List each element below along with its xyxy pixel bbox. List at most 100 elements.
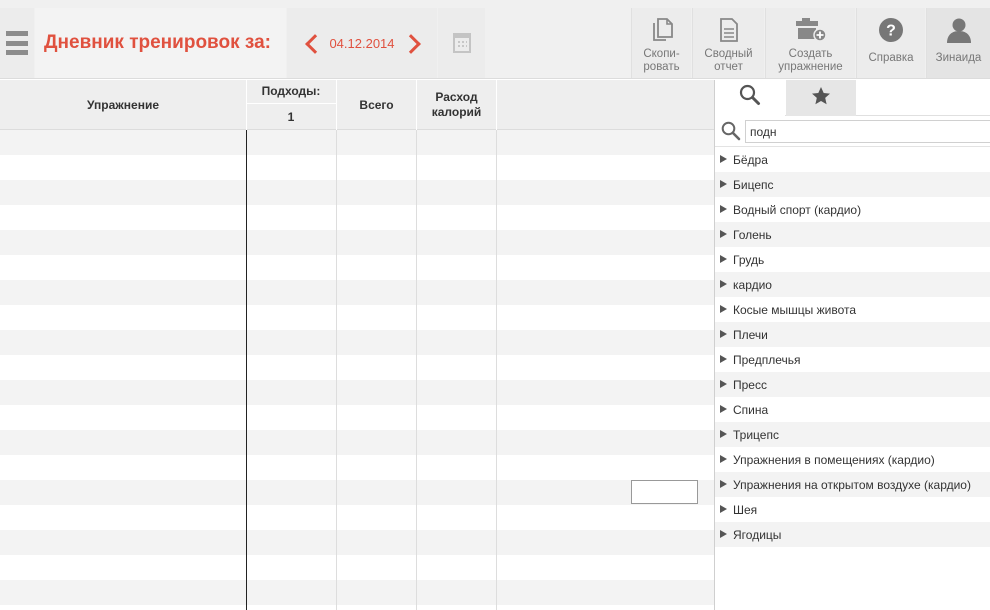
category-item[interactable]: Предплечья	[715, 347, 990, 372]
title-area: Дневник тренировок за:	[35, 8, 286, 78]
category-item[interactable]: Трицепс	[715, 422, 990, 447]
create-exercise-button[interactable]: Создать упражнение	[765, 8, 855, 78]
search-input[interactable]	[745, 120, 990, 143]
chevron-right-icon[interactable]	[403, 32, 421, 54]
col-calories-l2: калорий	[431, 105, 482, 119]
table-row	[0, 380, 714, 405]
col-sets-label: Подходы:	[246, 80, 336, 104]
category-item[interactable]: Шея	[715, 497, 990, 522]
col-sets: Подходы: 1	[246, 80, 336, 130]
copy-label-2: ровать	[643, 61, 680, 73]
table-row	[0, 305, 714, 330]
user-button[interactable]: Зинаида	[926, 8, 990, 78]
table-row	[0, 355, 714, 380]
help-button[interactable]: ? Справка	[856, 8, 925, 78]
report-label-2: отчет	[714, 61, 743, 73]
triangle-right-icon	[720, 304, 727, 313]
triangle-right-icon	[720, 229, 727, 238]
triangle-right-icon	[720, 454, 727, 463]
column-divider	[246, 130, 247, 610]
col-exercise: Упражнение	[87, 97, 159, 112]
table-row	[0, 505, 714, 530]
menu-button[interactable]	[0, 8, 34, 78]
category-item[interactable]: Упражнения на открытом воздухе (кардио)	[715, 472, 990, 497]
category-label: Шея	[733, 502, 758, 517]
user-icon	[946, 16, 972, 44]
triangle-right-icon	[720, 504, 727, 513]
help-label: Справка	[868, 52, 914, 64]
search-icon	[739, 84, 761, 111]
category-item[interactable]: Водный спорт (кардио)	[715, 197, 990, 222]
table-row	[0, 455, 714, 480]
category-label: Голень	[733, 227, 772, 242]
create-exercise-icon	[794, 16, 828, 44]
calendar-icon	[452, 33, 471, 53]
triangle-right-icon	[720, 329, 727, 338]
category-item[interactable]: Бицепс	[715, 172, 990, 197]
category-label: Трицепс	[733, 427, 779, 442]
category-item[interactable]: Бёдра	[715, 147, 990, 172]
triangle-right-icon	[720, 479, 727, 488]
category-item[interactable]: Голень	[715, 222, 990, 247]
triangle-right-icon	[720, 529, 727, 538]
current-date[interactable]: 04.12.2014	[329, 36, 394, 51]
triangle-right-icon	[720, 204, 727, 213]
table-row	[0, 255, 714, 280]
category-label: Грудь	[733, 252, 765, 267]
page-title: Дневник тренировок за:	[44, 32, 271, 53]
category-item[interactable]: Плечи	[715, 322, 990, 347]
col-calories-l1: Расход	[435, 90, 478, 104]
chevron-left-icon[interactable]	[303, 32, 321, 54]
tab-favorites[interactable]	[786, 80, 856, 116]
category-label: Упражнения на открытом воздухе (кардио)	[733, 477, 971, 492]
col-total: Всего	[359, 97, 394, 112]
category-item[interactable]: Грудь	[715, 247, 990, 272]
table-row	[0, 555, 714, 580]
report-button[interactable]: Сводный отчет	[692, 8, 764, 78]
category-label: Спина	[733, 402, 769, 417]
category-item[interactable]: Ягодицы	[715, 522, 990, 547]
value-input[interactable]	[631, 480, 698, 504]
table-row	[0, 405, 714, 430]
table-row	[0, 155, 714, 180]
table-row	[0, 230, 714, 255]
triangle-right-icon	[720, 379, 727, 388]
tab-search[interactable]	[715, 80, 785, 116]
category-item[interactable]: Упражнения в помещениях (кардио)	[715, 447, 990, 472]
triangle-right-icon	[720, 404, 727, 413]
table-row	[0, 580, 714, 605]
table-row	[0, 330, 714, 355]
table-rows	[0, 130, 714, 605]
col-set-number: 1	[287, 109, 295, 124]
panel-tabs	[715, 80, 990, 116]
triangle-right-icon	[720, 254, 727, 263]
category-item[interactable]: Пресс	[715, 372, 990, 397]
help-icon: ?	[878, 16, 904, 44]
search-row	[715, 116, 990, 147]
category-label: Упражнения в помещениях (кардио)	[733, 452, 935, 467]
top-toolbar: Дневник тренировок за: 04.12.2014 Скопи-…	[0, 0, 990, 79]
category-item[interactable]: Косые мышцы живота	[715, 297, 990, 322]
category-label: Предплечья	[733, 352, 801, 367]
category-label: Пресс	[733, 377, 767, 392]
column-divider	[336, 130, 337, 610]
table-row	[0, 530, 714, 555]
copy-label-1: Скопи-	[643, 48, 680, 60]
table-row	[0, 130, 714, 155]
calendar-button[interactable]	[438, 8, 485, 78]
report-label-1: Сводный	[704, 48, 753, 60]
category-list: Бёдра Бицепс Водный спорт (кардио) Голень Гр…	[715, 147, 990, 547]
col-calories: Расход калорий	[417, 80, 496, 130]
diary-table: Упражнение Подходы: 1 Всего Расход калор…	[0, 80, 714, 610]
triangle-right-icon	[720, 354, 727, 363]
category-label: Косые мышцы живота	[733, 302, 857, 317]
category-item[interactable]: Спина	[715, 397, 990, 422]
table-row	[0, 280, 714, 305]
category-label: Плечи	[733, 327, 768, 342]
category-label: Бёдра	[733, 152, 768, 167]
date-navigator: 04.12.2014	[287, 8, 437, 78]
copy-icon	[651, 16, 673, 44]
copy-button[interactable]: Скопи- ровать	[631, 8, 691, 78]
triangle-right-icon	[720, 279, 727, 288]
category-item[interactable]: кардио	[715, 272, 990, 297]
